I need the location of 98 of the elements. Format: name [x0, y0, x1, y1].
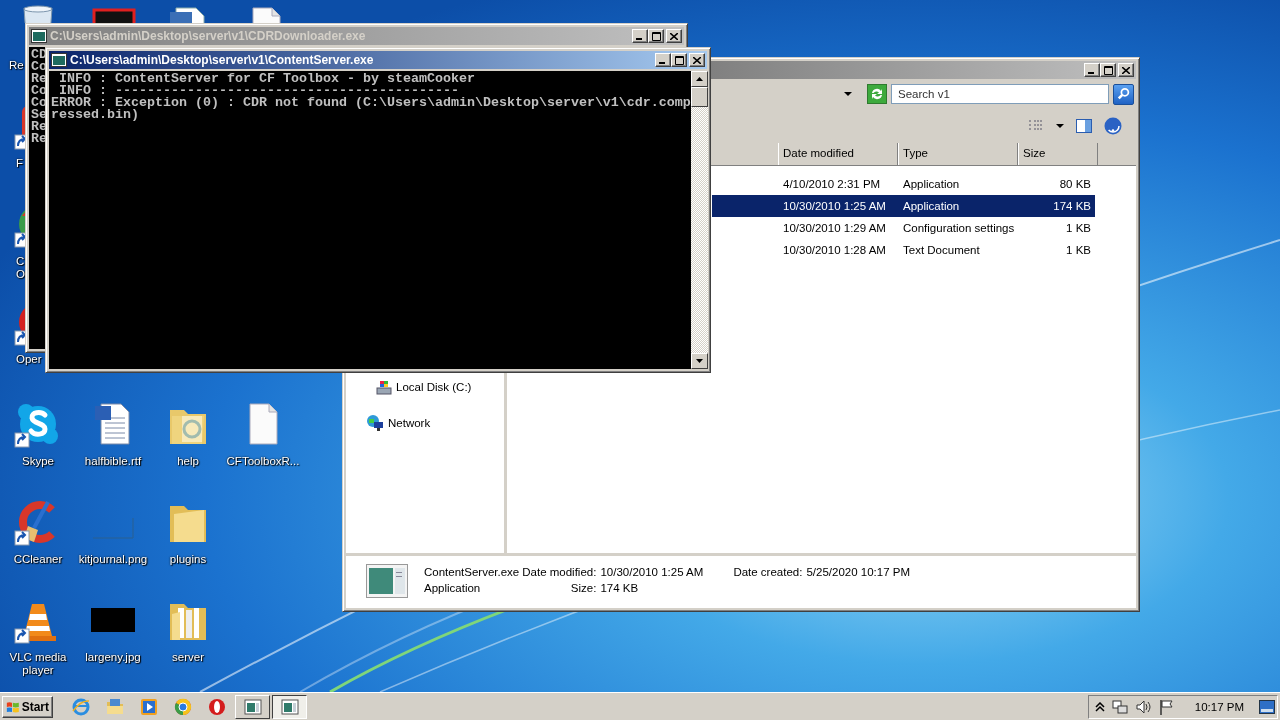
icon-label[interactable]: server — [151, 651, 225, 664]
table-cell-text: 1 KB — [1065, 222, 1092, 234]
close-icon — [693, 56, 701, 64]
file-row[interactable]: 10/30/2010 1:29 AM Configuration settings 1 KB — [712, 217, 1095, 239]
file-type: Application — [424, 582, 482, 594]
globe-icon — [72, 697, 90, 716]
network-icon[interactable] — [1111, 698, 1128, 715]
field-value: 174 KB — [600, 582, 640, 594]
icon-label[interactable]: Re — [9, 59, 24, 72]
scrollbar[interactable] — [691, 71, 708, 369]
icon-label[interactable]: C — [16, 255, 25, 268]
console-output: INFO : ContentServer for CF Toolbox - by steamCooker INFO : ------------------------------------------- ERROR : Exception (0) : CDR not found (C:\Users\admin\Desktop\server\v1\cdr.compressed.bin) — [50, 71, 691, 121]
window-icon — [280, 697, 299, 716]
window-title: C:\Users\admin\Desktop\server\v1\CDRDownloader.exe — [50, 29, 366, 43]
console-icon — [51, 53, 67, 67]
folder-icon — [106, 697, 124, 716]
scrollbar-thumb[interactable] — [691, 87, 708, 107]
start-button[interactable]: Start — [2, 695, 53, 718]
file-row[interactable]: 10/30/2010 1:28 AM Text Document 1 KB — [712, 239, 1095, 261]
maximize-icon — [651, 31, 661, 41]
close-button[interactable] — [666, 29, 682, 43]
table-cell-text: Application — [902, 200, 961, 212]
ring-icon — [208, 697, 226, 716]
maximize-icon — [1103, 65, 1113, 75]
table-cell-text: 174 KB — [1052, 200, 1092, 212]
close-button[interactable] — [689, 53, 705, 67]
icon-label[interactable]: F — [16, 157, 24, 170]
icon-label[interactable]: CFToolboxR... — [226, 455, 300, 468]
icon-label[interactable]: kitjournal.png — [76, 553, 150, 566]
icon-label[interactable]: halfbible.rtf — [76, 455, 150, 468]
help-icon[interactable] — [1104, 117, 1122, 135]
icon-label[interactable]: largeny.jpg — [76, 651, 150, 664]
speaker-icon[interactable] — [1134, 698, 1151, 715]
preview-pane-icon[interactable] — [1076, 119, 1092, 133]
title-bar[interactable]: C:\Users\admin\Desktop\server\v1\ContentServer.exe — [49, 51, 707, 69]
table-cell-text: 80 KB — [1058, 178, 1092, 190]
chevron-up-icon[interactable] — [1094, 701, 1105, 712]
window-title: C:\Users\admin\Desktop\server\v1\ContentServer.exe — [70, 53, 374, 67]
dropdown-arrow-icon[interactable] — [1056, 124, 1064, 128]
play-icon — [140, 697, 158, 716]
maximize-icon — [674, 55, 684, 65]
network-icon — [366, 415, 384, 431]
clock[interactable]: 10:17 PM — [1194, 700, 1244, 713]
search-field[interactable]: Search v1 — [891, 84, 1109, 104]
maximize-button[interactable] — [671, 53, 687, 67]
column-header[interactable]: Type — [898, 143, 1018, 165]
table-cell-text: Application — [902, 178, 961, 190]
table-cell-text: Text Document — [902, 244, 981, 256]
icon-label[interactable]: help — [151, 455, 225, 468]
file-row[interactable]: 4/10/2010 2:31 PM Application 80 KB — [712, 173, 1095, 195]
taskbar-button[interactable] — [272, 694, 307, 719]
show-desktop-icon[interactable] — [1259, 699, 1275, 714]
search-button[interactable] — [1113, 83, 1134, 105]
nav-item[interactable]: Local Disk (C:) — [346, 379, 504, 395]
title-bar[interactable] — [711, 61, 1136, 79]
icon-label[interactable]: Oper — [16, 353, 42, 366]
minimize-button[interactable] — [632, 29, 648, 43]
console-icon — [31, 29, 47, 43]
dropdown-arrow-icon[interactable] — [844, 92, 852, 96]
maximize-button[interactable] — [648, 29, 664, 43]
window-icon — [243, 697, 262, 716]
close-button[interactable] — [1118, 63, 1134, 77]
refresh-icon — [869, 86, 885, 102]
maximize-button[interactable] — [1100, 63, 1116, 77]
icon-label[interactable]: CCleaner — [1, 553, 75, 566]
icon-label[interactable]: O — [16, 268, 25, 281]
field-label: Date created: — [733, 566, 803, 578]
nav-item[interactable]: Network — [346, 415, 504, 431]
column-header[interactable]: Size — [1018, 143, 1098, 165]
table-cell-text: 10/30/2010 1:25 AM — [782, 200, 887, 212]
field-label: Date modified: — [522, 566, 597, 578]
table-cell-text: 1 KB — [1065, 244, 1092, 256]
file-name: ContentServer.exe — [424, 566, 520, 578]
minimize-button[interactable] — [1084, 63, 1100, 77]
search-icon — [1116, 87, 1131, 101]
column-header[interactable]: Date modified — [778, 143, 898, 165]
icon-label[interactable]: plugins — [151, 553, 225, 566]
field-value: 10/30/2010 1:25 AM — [600, 566, 704, 578]
flag-icon[interactable] — [1157, 698, 1174, 715]
table-cell-text: Configuration settings — [902, 222, 1016, 234]
refresh-button[interactable] — [867, 84, 887, 104]
icon-label[interactable]: Skype — [1, 455, 75, 468]
close-icon — [1122, 66, 1130, 74]
icon-label[interactable]: VLC media player — [1, 651, 75, 677]
browser-icon — [174, 697, 192, 716]
drive-icon — [376, 379, 392, 395]
close-icon — [670, 32, 678, 40]
window-thumbnail-icon — [366, 564, 408, 598]
file-row[interactable]: 10/30/2010 1:25 AM Application 174 KB — [712, 195, 1095, 217]
field-label: Size: — [569, 582, 597, 594]
minimize-button[interactable] — [655, 53, 671, 67]
arrow-down-icon[interactable] — [696, 359, 703, 363]
table-cell-text: 10/30/2010 1:29 AM — [782, 222, 887, 234]
table-cell-text: 10/30/2010 1:28 AM — [782, 244, 887, 256]
windows-flag-icon — [6, 699, 20, 714]
arrow-up-icon[interactable] — [696, 77, 703, 81]
table-cell-text: 4/10/2010 2:31 PM — [782, 178, 882, 190]
field-value: 5/25/2020 10:17 PM — [806, 566, 910, 578]
